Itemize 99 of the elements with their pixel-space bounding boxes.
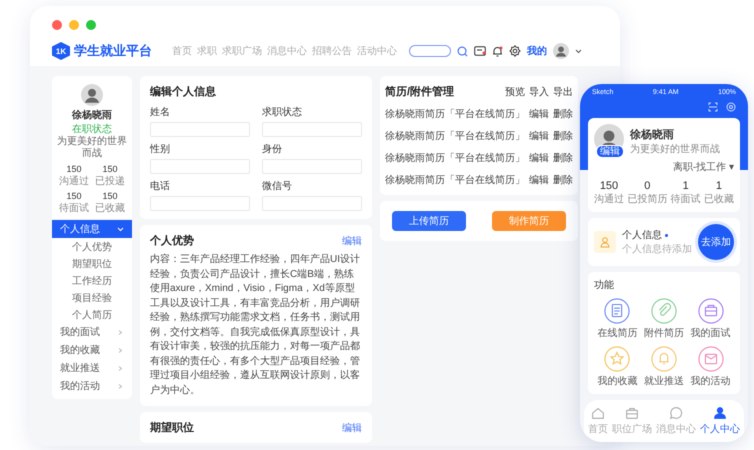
stat-value: 1 bbox=[714, 180, 723, 192]
stat-value: 150 bbox=[101, 191, 119, 201]
scan-icon[interactable] bbox=[708, 102, 718, 112]
settings-icon[interactable] bbox=[509, 45, 521, 57]
info-subtitle: 个人信息待添加 bbox=[622, 242, 692, 256]
stat-label: 待面试 bbox=[670, 192, 701, 206]
resume-action-link[interactable]: 编辑 bbox=[529, 151, 549, 165]
edit-link[interactable]: 编辑 bbox=[342, 234, 362, 248]
resume-action-link[interactable]: 预览 bbox=[505, 84, 525, 98]
resume-action-link[interactable]: 导出 bbox=[553, 84, 573, 98]
resume-action-link[interactable]: 删除 bbox=[553, 129, 573, 143]
resume-action-link[interactable]: 删除 bbox=[553, 151, 573, 165]
indicator-dot bbox=[665, 234, 668, 236]
stat-value: 1 bbox=[682, 180, 690, 192]
tab-bar-item[interactable]: 个人中心 bbox=[700, 405, 740, 436]
person-icon bbox=[712, 405, 728, 421]
minimize-button[interactable] bbox=[69, 20, 79, 30]
stat-value: 150 bbox=[101, 164, 119, 174]
menu-item[interactable]: 我的面试 bbox=[52, 323, 132, 341]
logo-mark: 1K bbox=[52, 42, 70, 60]
edit-badge[interactable]: 编辑 bbox=[596, 145, 624, 158]
function-item[interactable]: 附件简历 bbox=[640, 298, 688, 340]
resume-action-link[interactable]: 删除 bbox=[553, 107, 573, 121]
menu-item[interactable]: 就业推送 bbox=[52, 359, 132, 377]
resume-name: 徐杨晓雨简历「平台在线简历」 bbox=[385, 174, 525, 187]
resume-name: 徐杨晓雨简历「平台在线简历」 bbox=[385, 108, 525, 121]
avatar-icon bbox=[553, 43, 569, 59]
resume-action-link[interactable]: 编辑 bbox=[529, 107, 549, 121]
job-status: 在职状态 bbox=[72, 122, 112, 136]
card-title: 期望职位 bbox=[150, 420, 194, 435]
bell-icon[interactable] bbox=[492, 45, 503, 57]
resume-action-link[interactable]: 编辑 bbox=[529, 173, 549, 187]
add-button[interactable]: 去添加 bbox=[698, 224, 734, 260]
field-label: 身份 bbox=[262, 143, 283, 156]
advantages-text: 内容：三年产品经理工作经验，四年产品UI设计经验，负责公司产品设计，擅长C端B端，熟练使用axure，Xmind，Visio，Figma，Xd等原型工具以及设计工具，有丰富竞品分析，用户调研经验，熟练撰写功能需求文档，任务书，测试用例，交付文档等。自我完成低保真原型设计，具有设计审美，较强的抗压能力，对每一项产品都有很强的责任心，有多个大型产品项目经验，管理过项目小组经验，遵从互联网设计原则，以客户为中心。 bbox=[150, 253, 361, 398]
resume-name: 徐杨晓雨简历「平台在线简历」 bbox=[385, 130, 525, 143]
user-menu-label[interactable]: 我的 bbox=[527, 44, 547, 58]
submenu-item[interactable]: 项目经验 bbox=[52, 289, 132, 306]
field-label: 求职状态 bbox=[262, 106, 303, 119]
stat-value: 150 bbox=[598, 180, 620, 192]
briefcase-icon bbox=[624, 405, 640, 421]
card-title: 编辑个人信息 bbox=[150, 84, 217, 99]
resume-name: 徐杨晓雨简历「平台在线简历」 bbox=[385, 152, 525, 165]
field-label: 姓名 bbox=[150, 106, 171, 119]
menu-item[interactable]: 我的收藏 bbox=[52, 341, 132, 359]
edit-link[interactable]: 编辑 bbox=[342, 420, 362, 434]
function-item[interactable]: 我的面试 bbox=[687, 298, 734, 340]
submenu-item[interactable]: 期望职位 bbox=[52, 255, 132, 272]
function-item[interactable]: 我的收藏 bbox=[594, 346, 641, 388]
resume-action-link[interactable]: 导入 bbox=[529, 84, 549, 98]
resume-action-link[interactable]: 编辑 bbox=[529, 129, 549, 143]
stat-label: 已收藏 bbox=[95, 202, 125, 215]
maximize-button[interactable] bbox=[86, 20, 96, 30]
field-label: 微信号 bbox=[262, 180, 293, 193]
mail-icon[interactable] bbox=[474, 46, 486, 56]
resume-action-link[interactable]: 删除 bbox=[553, 173, 573, 187]
submenu-item[interactable]: 个人优势 bbox=[52, 238, 132, 255]
stat-label: 沟通过 bbox=[59, 174, 89, 188]
chevron-icon bbox=[117, 226, 124, 232]
menu-item[interactable]: 个人信息 bbox=[52, 220, 132, 238]
field-label: 性别 bbox=[150, 142, 171, 156]
chevron-icon bbox=[117, 366, 124, 370]
function-item[interactable]: 就业推送 bbox=[640, 346, 688, 388]
submenu-item[interactable]: 工作经历 bbox=[52, 272, 132, 289]
caret-icon[interactable] bbox=[575, 48, 582, 54]
field-label: 电话 bbox=[150, 180, 171, 193]
info-title: 个人信息 bbox=[622, 228, 662, 242]
user-name: 徐杨晓雨 bbox=[72, 108, 112, 122]
section-title: 功能 bbox=[594, 278, 615, 292]
resume-button[interactable]: 上传简历 bbox=[392, 211, 466, 231]
avatar-icon bbox=[81, 84, 103, 106]
stat-label: 已投简历 bbox=[627, 192, 668, 206]
chevron-icon bbox=[117, 330, 124, 334]
stat-label: 待面试 bbox=[59, 202, 89, 215]
stat-value: 150 bbox=[65, 164, 83, 174]
user-name: 徐杨晓雨 bbox=[630, 128, 675, 142]
search-field[interactable] bbox=[409, 45, 451, 57]
function-item[interactable]: 在线简历 bbox=[594, 298, 641, 340]
person-icon bbox=[599, 236, 611, 248]
stat-value: 150 bbox=[65, 191, 83, 201]
search-icon[interactable] bbox=[457, 46, 468, 56]
site-title: 学生就业平台 bbox=[74, 42, 152, 60]
home-icon bbox=[590, 405, 606, 421]
job-status-dropdown[interactable]: 离职-找工作 ▾ bbox=[594, 160, 734, 174]
card-title: 个人优势 bbox=[150, 234, 194, 248]
close-button[interactable] bbox=[52, 20, 62, 30]
stat-label: 沟通过 bbox=[594, 192, 624, 206]
stat-label: 已投递 bbox=[95, 174, 125, 188]
menu-item[interactable]: 我的活动 bbox=[52, 377, 132, 395]
chat-bubble-icon bbox=[668, 405, 684, 421]
stat-value: 0 bbox=[643, 180, 652, 192]
chevron-icon bbox=[117, 348, 124, 352]
submenu-item[interactable]: 个人简历 bbox=[52, 306, 132, 323]
user-motto: 为更美好的世界而战 bbox=[56, 136, 128, 160]
function-item[interactable]: 我的活动 bbox=[687, 346, 734, 388]
card-title: 简历/附件管理 bbox=[385, 84, 454, 99]
stat-label: 已收藏 bbox=[704, 192, 734, 206]
chevron-icon bbox=[117, 384, 124, 388]
user-motto: 为更美好的世界而战 bbox=[630, 142, 720, 156]
